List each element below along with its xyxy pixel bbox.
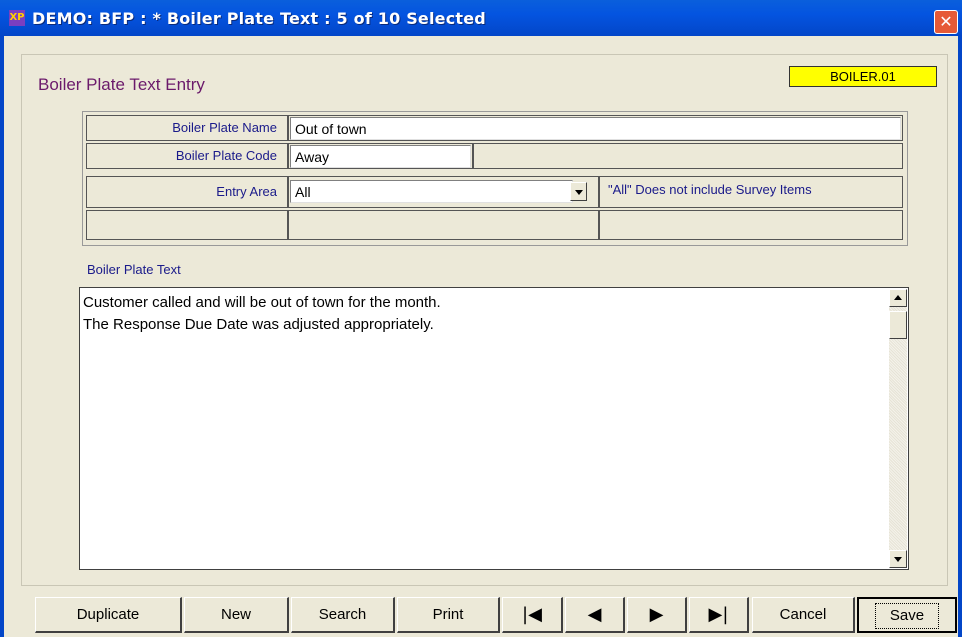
- boiler-plate-name-field[interactable]: Out of town: [290, 117, 901, 140]
- empty-cell: [288, 210, 599, 240]
- chevron-down-icon[interactable]: [570, 182, 587, 201]
- empty-cell: [473, 143, 903, 169]
- next-record-icon[interactable]: ▶: [627, 597, 687, 633]
- print-button[interactable]: Print: [397, 597, 500, 633]
- scroll-thumb[interactable]: [889, 311, 907, 339]
- boiler-plate-code-label: Boiler Plate Code: [86, 143, 288, 169]
- entry-grid: Boiler Plate Name Out of town Boiler Pla…: [82, 111, 908, 246]
- title-bar: XP DEMO: BFP : * Boiler Plate Text : 5 o…: [0, 0, 962, 36]
- search-button[interactable]: Search: [291, 597, 395, 633]
- duplicate-button[interactable]: Duplicate: [35, 597, 182, 633]
- boiler-plate-text-label: Boiler Plate Text: [87, 262, 181, 277]
- text-line: Customer called and will be out of town …: [83, 294, 441, 311]
- entry-area-select[interactable]: All: [290, 180, 573, 203]
- window-title: DEMO: BFP : * Boiler Plate Text : 5 of 1…: [32, 9, 486, 28]
- text-content: Customer called and will be out of town …: [83, 292, 441, 336]
- scroll-down-icon[interactable]: [889, 550, 907, 568]
- first-record-icon[interactable]: |◀: [502, 597, 563, 633]
- save-button-label: Save: [874, 603, 940, 629]
- app-icon: XP: [9, 10, 25, 26]
- new-button[interactable]: New: [184, 597, 289, 633]
- save-button[interactable]: Save: [857, 597, 957, 633]
- form-id-badge: BOILER.01: [789, 66, 937, 87]
- code-cell: Away: [288, 143, 473, 169]
- last-record-icon[interactable]: ▶|: [689, 597, 749, 633]
- scroll-up-icon[interactable]: [889, 289, 907, 307]
- cancel-button[interactable]: Cancel: [752, 597, 855, 633]
- form-title: Boiler Plate Text Entry: [38, 75, 205, 94]
- empty-cell: [599, 210, 903, 240]
- entry-area-note: "All" Does not include Survey Items: [599, 176, 903, 208]
- empty-cell: [86, 210, 288, 240]
- entry-area-label: Entry Area: [86, 176, 288, 208]
- previous-record-icon[interactable]: ◀: [565, 597, 625, 633]
- boiler-plate-name-label: Boiler Plate Name: [86, 115, 288, 141]
- text-line: The Response Due Date was adjusted appro…: [83, 316, 434, 333]
- vertical-scrollbar[interactable]: [889, 289, 907, 568]
- area-cell: All: [288, 176, 599, 208]
- boiler-plate-code-field[interactable]: Away: [290, 145, 471, 168]
- close-button[interactable]: ✕: [934, 10, 958, 34]
- name-cell: Out of town: [288, 115, 903, 141]
- boiler-plate-text-area[interactable]: Customer called and will be out of town …: [79, 287, 909, 570]
